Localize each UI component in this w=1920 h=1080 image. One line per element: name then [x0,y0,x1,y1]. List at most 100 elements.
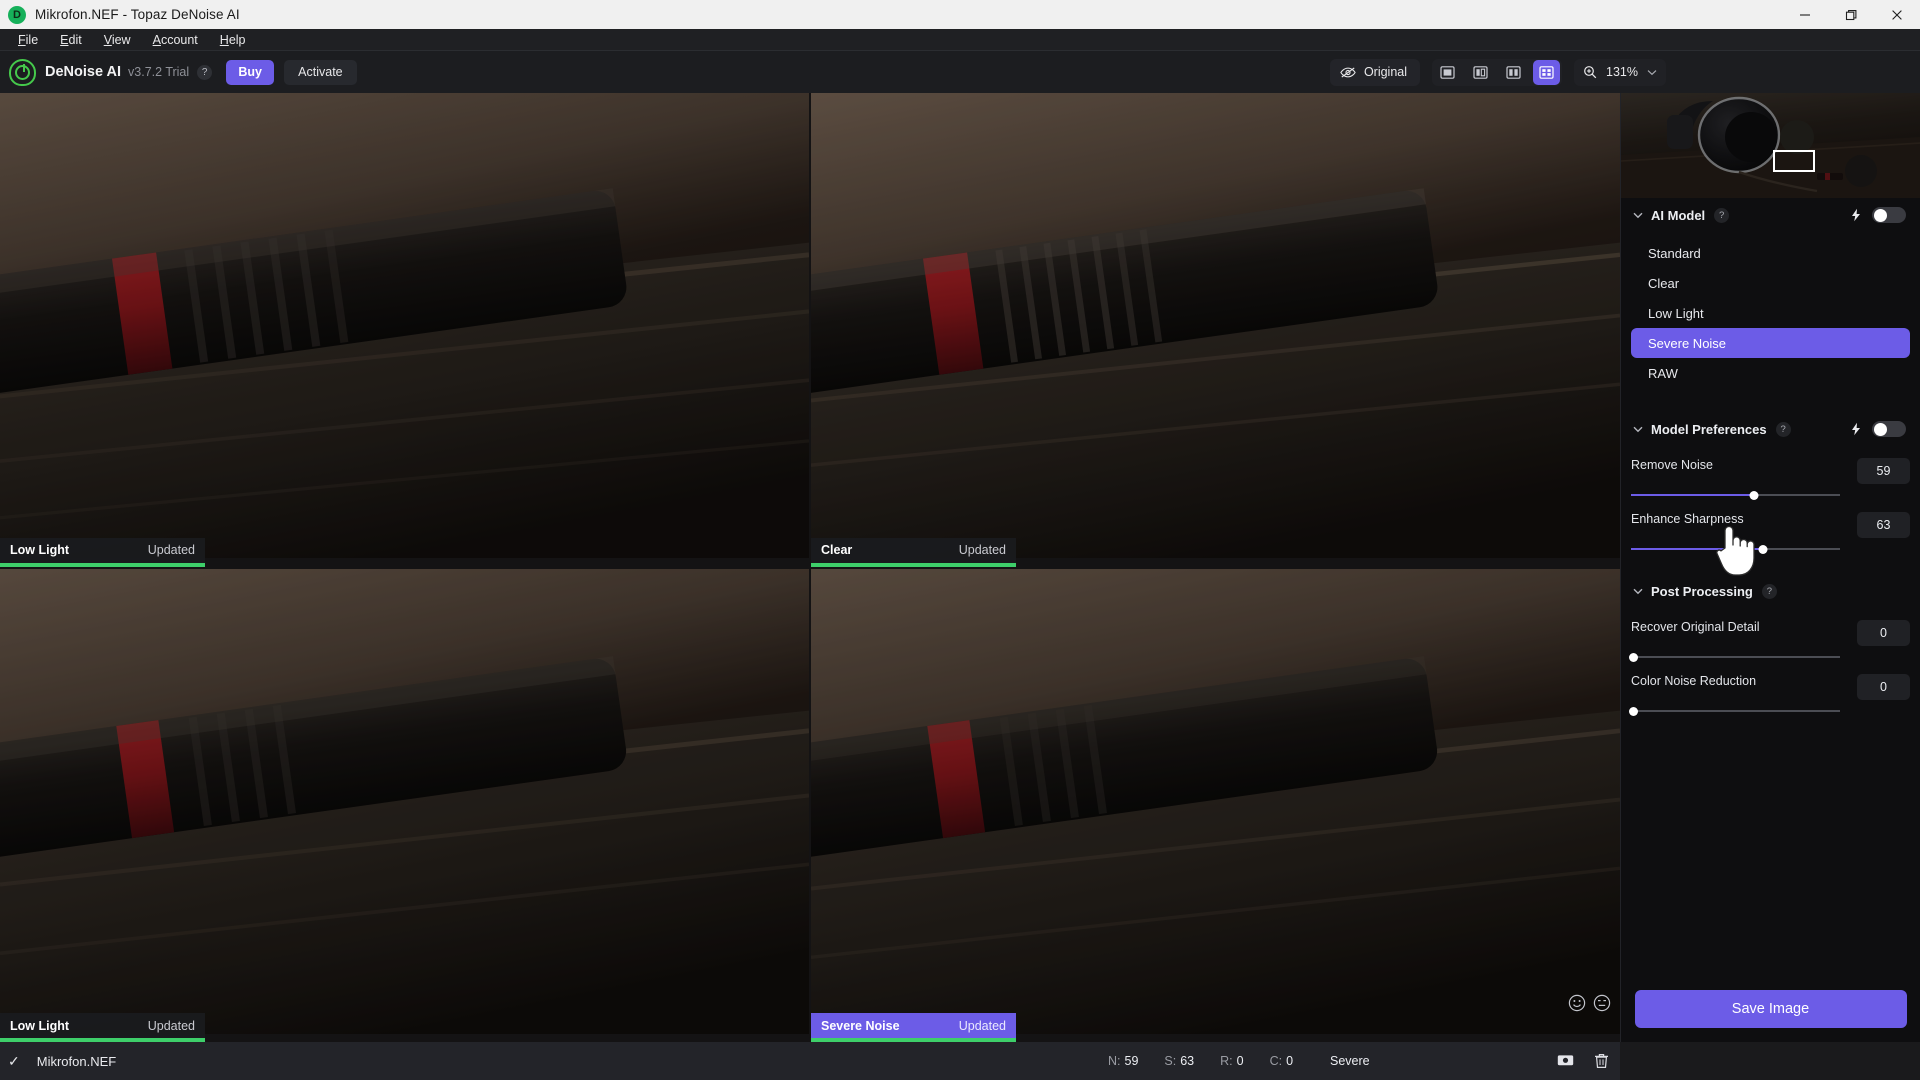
version-label: v3.7.2 Trial [128,65,190,79]
ai-model-auto-toggle[interactable] [1872,207,1906,223]
zoom-level-label: 131% [1606,65,1638,79]
enhance-sharpness-label: Enhance Sharpness [1631,512,1744,526]
preview-pane-2[interactable]: Low Light Updated [0,568,809,1042]
pane-model-name: Clear [821,543,853,557]
recover-original-detail-value[interactable]: 0 [1857,620,1910,646]
model-option-clear[interactable]: Clear [1631,268,1910,298]
model-option-severe-noise[interactable]: Severe Noise [1631,328,1910,358]
quad-grid: Low Light Updated Clear Updated Low Ligh… [0,93,1620,1042]
pane-label: Clear Updated [811,537,1016,563]
model-option-standard[interactable]: Standard [1631,238,1910,268]
stat-sharpness: S: 63 [1164,1054,1195,1068]
help-icon[interactable]: ? [197,64,213,80]
model-option-raw[interactable]: RAW [1631,358,1910,388]
pane-label: Low Light Updated [0,1013,205,1038]
stat-recover: R: 0 [1220,1054,1244,1068]
close-icon[interactable] [1874,0,1920,29]
color-noise-reduction-row: Color Noise Reduction 0 [1621,660,1920,716]
navigator-image [1621,93,1920,198]
view-mode-quad[interactable] [1533,59,1561,85]
menu-file[interactable]: File [7,29,49,51]
menu-edit[interactable]: Edit [49,29,93,51]
window-titlebar: D Mikrofon.NEF - Topaz DeNoise AI [0,0,1920,29]
view-mode-split[interactable] [1467,60,1494,85]
save-area: Save Image [1621,976,1920,1042]
remove-noise-slider[interactable] [1631,490,1840,500]
save-image-button[interactable]: Save Image [1634,990,1907,1028]
brand-name: DeNoise AI [45,64,122,80]
post-processing-title: Post Processing [1651,583,1753,599]
help-icon[interactable]: ? [1761,583,1777,599]
pane-model-name: Low Light [10,1018,70,1033]
pane-model-name: Severe Noise [821,1018,900,1033]
menubar: File Edit View Account Help [0,29,1920,51]
app-toolbar: DeNoise AI v3.7.2 Trial ? Buy Activate O… [0,51,1920,93]
show-original-button[interactable]: Original [1329,58,1421,86]
pane-label: Low Light Updated [0,537,205,563]
chevron-down-icon[interactable] [1631,584,1645,598]
navigator-thumbnail[interactable] [1621,93,1920,198]
pane-model-name: Low Light [10,543,70,557]
color-noise-reduction-value[interactable]: 0 [1857,674,1910,700]
activate-button[interactable]: Activate [284,59,357,85]
pane-status: Updated [147,543,195,557]
denoise-logo-icon [9,58,36,86]
ai-model-header[interactable]: AI Model ? [1621,198,1920,232]
remove-noise-value[interactable]: 59 [1857,458,1910,484]
stat-color: C: 0 [1269,1054,1294,1068]
export-image-icon[interactable] [1557,1053,1574,1069]
preview-pane-0[interactable]: Low Light Updated [0,93,809,567]
pane-progress-bar [811,562,1016,567]
recover-original-detail-slider[interactable] [1629,652,1840,662]
image-canvas[interactable]: Low Light Updated Clear Updated Low Ligh… [0,93,1620,1042]
model-preferences-header[interactable]: Model Preferences ? [1621,412,1920,446]
buy-button[interactable]: Buy [226,59,275,85]
smiley-happy-icon[interactable] [1568,994,1586,1012]
maximize-icon[interactable] [1828,0,1874,29]
pane-progress-bar [0,562,205,567]
color-noise-reduction-label: Color Noise Reduction [1631,674,1757,688]
color-noise-reduction-slider[interactable] [1629,706,1840,716]
chevron-down-icon[interactable] [1631,422,1645,436]
chevron-down-icon[interactable] [1631,208,1645,222]
enhance-sharpness-row: Enhance Sharpness 63 [1621,498,1920,554]
show-original-label: Original [1363,65,1408,79]
pane-label-selected: Severe Noise Updated [811,1013,1016,1038]
menu-view[interactable]: View [93,29,142,51]
status-mode: Severe [1330,1054,1370,1068]
enhance-sharpness-value[interactable]: 63 [1857,512,1910,538]
model-option-low-light[interactable]: Low Light [1631,298,1910,328]
model-preferences-auto-toggle[interactable] [1872,421,1906,437]
enhance-sharpness-slider[interactable] [1631,544,1840,554]
status-icons [1557,1053,1609,1069]
ai-model-title: AI Model [1651,207,1706,223]
menu-help[interactable]: Help [209,29,257,51]
model-preferences-title: Model Preferences [1651,421,1767,437]
menu-account[interactable]: Account [142,29,209,51]
trash-icon[interactable] [1594,1053,1609,1069]
preview-pane-3[interactable]: Severe Noise Updated [811,568,1620,1042]
viewport-rect[interactable] [1773,150,1815,172]
recover-original-detail-row: Recover Original Detail 0 [1621,608,1920,662]
view-mode-side-by-side[interactable] [1500,60,1527,85]
view-mode-group [1432,58,1563,86]
post-processing-header[interactable]: Post Processing ? [1621,574,1920,608]
ai-model-options: Standard Clear Low Light Severe Noise RA… [1621,232,1920,396]
view-mode-single[interactable] [1434,60,1461,85]
zoom-control[interactable]: 131% [1574,58,1666,86]
remove-noise-row: Remove Noise 59 [1621,446,1920,500]
preview-pane-1[interactable]: Clear Updated [811,93,1620,567]
help-icon[interactable]: ? [1775,421,1791,437]
pane-status: Updated [958,543,1006,557]
status-stats: N: 59 S: 63 R: 0 C: 0 [1108,1054,1293,1068]
help-icon[interactable]: ? [1714,207,1730,223]
chevron-down-icon[interactable] [1647,69,1657,76]
status-bar: ✓ Mikrofon.NEF N: 59 S: 63 R: 0 C: 0 Severe [0,1042,1620,1080]
checkmark-icon[interactable]: ✓ [8,1053,20,1070]
smiley-neutral-icon[interactable] [1593,994,1611,1012]
stat-noise: N: 59 [1108,1054,1139,1068]
brand: DeNoise AI v3.7.2 Trial ? Buy Activate [9,58,357,86]
main-area: Low Light Updated Clear Updated Low Ligh… [0,93,1920,1042]
remove-noise-label: Remove Noise [1631,458,1713,472]
minimize-icon[interactable] [1782,0,1828,29]
